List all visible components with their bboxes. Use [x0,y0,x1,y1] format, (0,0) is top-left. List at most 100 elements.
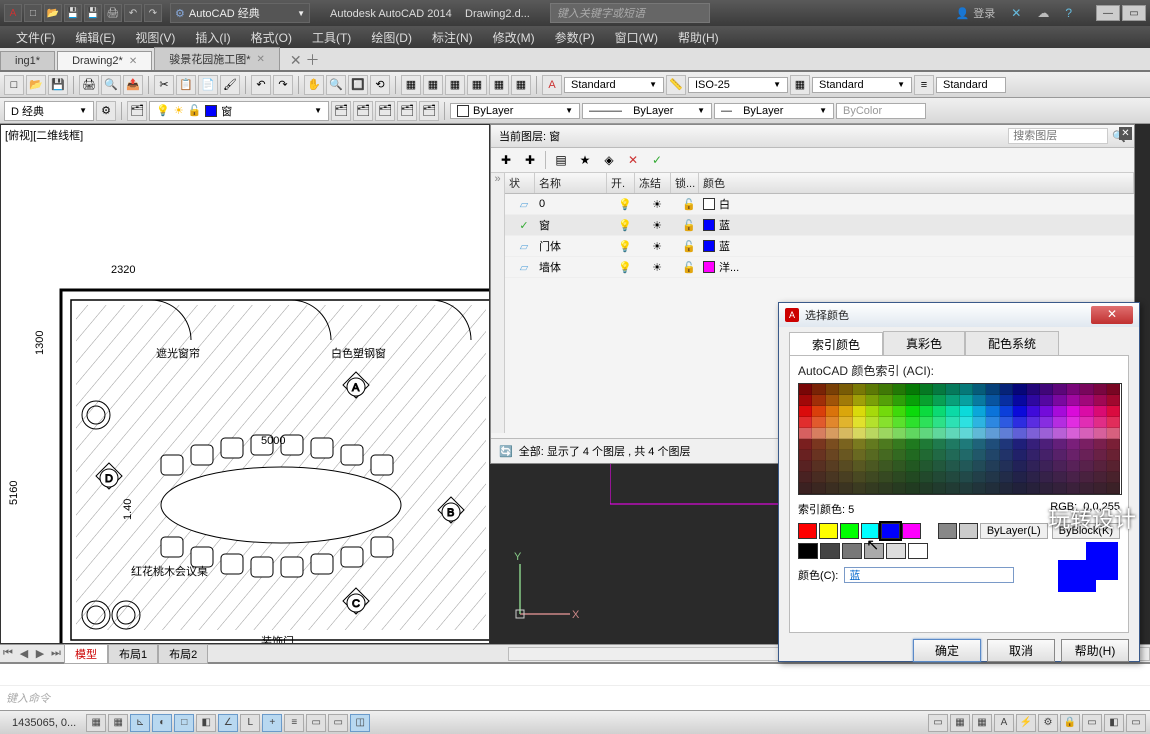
tab-color-books[interactable]: 配色系统 [965,331,1059,355]
workspace-dropdown[interactable]: ⚙ AutoCAD 经典 ▼ [170,3,310,23]
paper-viewport[interactable]: [俯视][二维线框] A B C D [0,124,490,644]
aci-swatch[interactable] [1040,439,1053,450]
lock-icon[interactable]: 🔓 [675,198,703,211]
aci-swatch[interactable] [826,428,839,439]
aci-swatch[interactable] [960,461,973,472]
layout-tab[interactable]: 布局1 [108,644,158,664]
sun-icon[interactable]: ☀ [639,240,675,253]
aci-swatch[interactable] [1040,417,1053,428]
new-icon[interactable]: □ [4,75,24,95]
aci-swatch[interactable] [986,439,999,450]
dim-style-dropdown[interactable]: ISO-25▼ [688,77,788,93]
aci-swatch[interactable] [1027,461,1040,472]
plotstyle-dropdown[interactable]: ByColor [836,103,926,119]
aci-swatch[interactable] [1067,417,1080,428]
aci-swatch[interactable] [1107,483,1120,494]
aci-swatch[interactable] [879,450,892,461]
aci-swatch[interactable] [986,395,999,406]
ml-style-dropdown[interactable]: Standard [936,77,1006,93]
aci-swatch[interactable] [960,384,973,395]
zoom-win-icon[interactable]: 🔲 [348,75,368,95]
zoom-prev-icon[interactable]: ⟲ [370,75,390,95]
color-yellow[interactable] [819,523,838,539]
save-icon[interactable]: 💾 [48,75,68,95]
aci-swatch[interactable] [812,450,825,461]
aci-swatch[interactable] [839,483,852,494]
lock-icon[interactable]: 🔓 [675,261,703,274]
aci-swatch[interactable] [906,439,919,450]
col-on[interactable]: 开. [607,173,635,193]
aci-swatch[interactable] [933,461,946,472]
aci-swatch[interactable] [1040,461,1053,472]
col-color[interactable]: 颜色 [699,173,1134,193]
aci-swatch[interactable] [906,450,919,461]
panel-close-icon[interactable]: ✕ [1119,127,1132,140]
plot-icon[interactable]: 🖨 [79,75,99,95]
aci-swatch[interactable] [866,450,879,461]
layer-color-cell[interactable]: 白 [703,196,730,212]
bylayer-button[interactable]: ByLayer(L) [980,523,1048,539]
aci-swatch[interactable] [1067,483,1080,494]
aci-swatch[interactable] [973,406,986,417]
aci-swatch[interactable] [812,472,825,483]
polar-toggle[interactable]: ◐ [152,714,172,732]
copy-icon[interactable]: 📋 [176,75,196,95]
tab-nav-last-icon[interactable]: ⏭ [48,647,64,660]
layer-dropdown[interactable]: 💡 ☀ 🔓 窗▼ [149,101,329,121]
aci-swatch[interactable] [879,417,892,428]
aci-swatch[interactable] [893,461,906,472]
aci-swatch[interactable] [933,395,946,406]
aci-swatch[interactable] [866,384,879,395]
new-layer-vp-icon[interactable]: ✚ [521,151,539,169]
aci-swatch[interactable] [933,483,946,494]
lock-icon[interactable]: 🔓 [675,219,703,232]
aci-swatch[interactable] [839,406,852,417]
aci-swatch[interactable] [1027,417,1040,428]
aci-swatch[interactable] [1053,406,1066,417]
aci-swatch[interactable] [946,461,959,472]
aci-swatch[interactable] [920,439,933,450]
aci-swatch[interactable] [906,461,919,472]
aci-swatch[interactable] [1080,461,1093,472]
aci-swatch[interactable] [799,395,812,406]
aci-swatch[interactable] [799,472,812,483]
menu-param[interactable]: 参数(P) [545,27,605,48]
ws-switch-icon[interactable]: ⚙ [1038,714,1058,732]
login-button[interactable]: 👤 登录 [952,5,1000,21]
aci-swatch[interactable] [812,384,825,395]
aci-swatch[interactable] [906,483,919,494]
aci-swatch[interactable] [839,384,852,395]
annoscale-icon[interactable]: A [994,714,1014,732]
aci-swatch[interactable] [879,439,892,450]
aci-swatch[interactable] [893,406,906,417]
model-tab[interactable]: 模型 [64,644,108,664]
aci-swatch[interactable] [839,395,852,406]
aci-swatch[interactable] [853,483,866,494]
aci-swatch[interactable] [1053,395,1066,406]
aci-swatch[interactable] [1053,428,1066,439]
aci-swatch[interactable] [1094,439,1107,450]
aci-swatch[interactable] [1000,461,1013,472]
gray-swatch[interactable] [864,543,884,559]
cancel-button[interactable]: 取消 [987,639,1055,662]
aci-swatch[interactable] [799,439,812,450]
aci-swatch[interactable] [1000,439,1013,450]
aci-swatch[interactable] [839,472,852,483]
set-current-icon[interactable]: ✓ [648,151,666,169]
aci-swatch[interactable] [973,384,986,395]
tab-nav-prev-icon[interactable]: ◀ [16,647,32,660]
aci-swatch[interactable] [853,461,866,472]
tab-nav-next-icon[interactable]: ▶ [32,647,48,660]
aci-swatch[interactable] [1013,384,1026,395]
zoom-rt-icon[interactable]: 🔍 [326,75,346,95]
bulb-icon[interactable]: 💡 [611,219,639,232]
ok-button[interactable]: 确定 [913,639,981,662]
gray-swatch[interactable] [908,543,928,559]
aci-swatch[interactable] [1013,395,1026,406]
aci-swatch[interactable] [1040,428,1053,439]
aci-swatch[interactable] [960,450,973,461]
aci-swatch[interactable] [866,472,879,483]
aci-swatch[interactable] [933,439,946,450]
aci-swatch[interactable] [933,428,946,439]
tab-index-color[interactable]: 索引颜色 [789,332,883,356]
